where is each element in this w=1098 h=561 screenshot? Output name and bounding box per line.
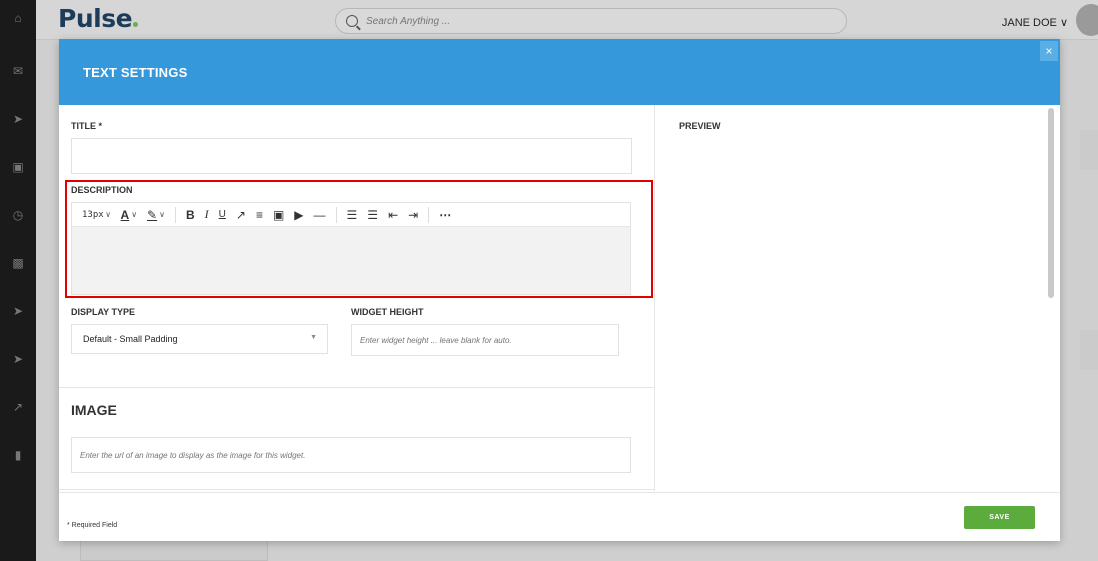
text-settings-modal: TEXT SETTINGS × TITLE * DESCRIPTION 13px… xyxy=(59,39,1060,541)
bold-button[interactable]: B xyxy=(186,206,195,224)
close-icon[interactable]: × xyxy=(1040,41,1058,61)
scrollbar[interactable] xyxy=(1048,108,1054,298)
chevron-down-icon: ∨ xyxy=(105,210,111,219)
mail-icon[interactable]: ✉ xyxy=(9,62,27,80)
toolbar-divider xyxy=(174,206,176,223)
highlighter-icon: ✎ xyxy=(147,207,158,222)
display-type-select[interactable]: Default - Small Padding ▼ xyxy=(71,324,328,354)
app-logo[interactable]: Pulse xyxy=(58,4,139,33)
editor-toolbar: 13px ∨ A ∨ ✎ ∨ B I U ↗ ≡ ▣ ▶ — ☰ ☰ ⇤ ⇥ ⋯ xyxy=(72,203,630,227)
bg-panel xyxy=(1080,130,1098,170)
rocket-icon-2[interactable]: ➤ xyxy=(9,350,27,368)
calendar-icon[interactable]: ▣ xyxy=(9,158,27,176)
description-label: DESCRIPTION xyxy=(71,185,133,195)
font-color-icon: A xyxy=(120,207,130,222)
bg-panel xyxy=(1080,330,1098,370)
modal-footer: * Required Field SAVE xyxy=(59,492,1060,541)
outdent-icon[interactable]: ⇤ xyxy=(388,206,398,224)
description-editor: 13px ∨ A ∨ ✎ ∨ B I U ↗ ≡ ▣ ▶ — ☰ ☰ ⇤ ⇥ ⋯ xyxy=(71,202,631,295)
display-type-label: DISPLAY TYPE xyxy=(71,307,136,317)
avatar[interactable] xyxy=(1076,4,1098,36)
modal-title: TEXT SETTINGS xyxy=(83,65,188,80)
chevron-down-icon: ∨ xyxy=(159,210,165,219)
chevron-down-icon: ▼ xyxy=(310,334,317,341)
chevron-down-icon: ∨ xyxy=(131,210,138,219)
modal-header: TEXT SETTINGS × xyxy=(59,39,1060,105)
section-divider xyxy=(59,387,654,388)
rocket-icon[interactable]: ➤ xyxy=(9,302,27,320)
title-label: TITLE * xyxy=(71,121,102,131)
display-type-value: Default - Small Padding xyxy=(83,334,178,344)
search-input[interactable] xyxy=(366,15,766,27)
insert-video-icon[interactable]: ▶ xyxy=(294,206,303,224)
widget-height-label: WIDGET HEIGHT xyxy=(351,307,424,317)
image-url-input[interactable] xyxy=(71,437,631,473)
send-icon[interactable]: ➤ xyxy=(9,110,27,128)
user-name: JANE DOE xyxy=(1001,17,1057,29)
toolbar-divider xyxy=(428,206,430,223)
highlight-color-button[interactable]: ✎ ∨ xyxy=(147,206,165,224)
clock-icon[interactable]: ◷ xyxy=(9,206,27,224)
search-icon xyxy=(346,15,358,27)
book-icon[interactable]: ▮ xyxy=(9,446,27,464)
widget-height-input[interactable] xyxy=(351,324,619,356)
font-size-select[interactable]: 13px ∨ xyxy=(82,206,111,224)
chevron-down-icon: ∨ xyxy=(1059,17,1068,29)
bullet-list-icon[interactable]: ☰ xyxy=(347,206,358,224)
required-note: * Required Field xyxy=(67,522,118,529)
save-button[interactable]: SAVE xyxy=(964,506,1035,529)
preview-label: PREVIEW xyxy=(679,121,721,131)
font-size-value: 13px xyxy=(82,209,104,220)
italic-button[interactable]: I xyxy=(205,206,209,224)
indent-icon[interactable]: ⇥ xyxy=(408,206,418,224)
image-heading: IMAGE xyxy=(71,402,117,418)
description-text-area[interactable] xyxy=(72,227,630,294)
chart-icon[interactable]: ↗ xyxy=(9,398,27,416)
title-input[interactable] xyxy=(71,138,632,174)
more-options-icon[interactable]: ⋯ xyxy=(439,206,451,224)
preview-pane: PREVIEW xyxy=(656,105,1060,491)
horizontal-rule-icon[interactable]: — xyxy=(314,206,326,224)
font-color-button[interactable]: A ∨ xyxy=(121,206,138,224)
align-icon[interactable]: ≡ xyxy=(256,206,263,224)
toolbar-divider xyxy=(335,206,337,223)
user-menu[interactable]: JANE DOE ∨ xyxy=(1002,16,1068,29)
underline-button[interactable]: U xyxy=(219,206,226,224)
section-divider xyxy=(59,489,654,490)
insert-image-icon[interactable]: ▣ xyxy=(273,206,284,224)
home-icon[interactable]: ⌂ xyxy=(9,9,27,27)
link-icon[interactable]: ↗ xyxy=(236,206,246,224)
numbered-list-icon[interactable]: ☰ xyxy=(367,206,378,224)
search-bar[interactable] xyxy=(335,8,847,34)
settings-form: TITLE * DESCRIPTION 13px ∨ A ∨ ✎ ∨ B I U ↗ … xyxy=(59,105,655,491)
left-nav-rail: ⌂ ✉ ➤ ▣ ◷ ▩ ➤ ➤ ↗ ▮ xyxy=(0,0,36,561)
image-icon[interactable]: ▩ xyxy=(9,254,27,272)
